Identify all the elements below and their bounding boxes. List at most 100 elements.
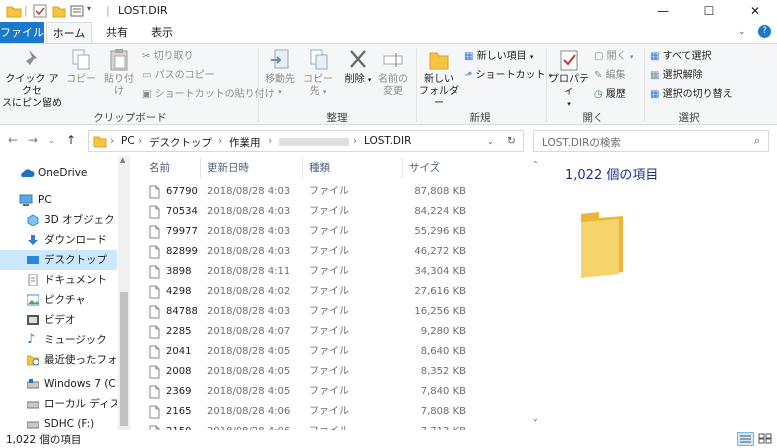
address-bar[interactable]: › PC › デスクトップ › 作業用 › › LOST.DIR ⌄ ↻ bbox=[88, 130, 524, 152]
dropdown-icon: ▾ bbox=[322, 88, 327, 96]
nav-item-desktop[interactable]: デスクトップ bbox=[0, 250, 117, 270]
file-row[interactable]: 67790 2018/08/28 4:03 ファイル 87,808 KB bbox=[130, 182, 518, 202]
file-row[interactable]: 2165 2018/08/28 4:06 ファイル 7,808 KB bbox=[130, 402, 518, 422]
file-name: 2041 bbox=[166, 346, 192, 357]
forward-icon[interactable]: → bbox=[28, 133, 38, 147]
column-header-type[interactable]: 種類 bbox=[309, 160, 330, 175]
address-dropdown-icon[interactable]: ⌄ bbox=[487, 137, 494, 146]
new-folder-button[interactable]: 新しい フォルダー bbox=[418, 48, 460, 110]
crumb-work[interactable]: 作業用 bbox=[229, 135, 261, 150]
copy-path-button[interactable]: ▭ パスのコピー bbox=[142, 69, 215, 83]
column-separator[interactable] bbox=[200, 158, 201, 178]
crumb-pc[interactable]: PC bbox=[121, 135, 135, 147]
edit-button[interactable]: ✎ 編集 bbox=[594, 69, 626, 83]
nav-item-pc[interactable]: PC bbox=[0, 190, 117, 210]
details-view-button[interactable] bbox=[737, 432, 754, 446]
drive-icon bbox=[27, 421, 39, 429]
nav-item-onedrive[interactable]: OneDrive bbox=[0, 163, 117, 183]
select-none-button[interactable]: ▦ 選択解除 bbox=[650, 69, 703, 83]
cut-button[interactable]: ✂ 切り取り bbox=[142, 50, 194, 64]
view-icon[interactable] bbox=[70, 4, 84, 18]
nav-item-drive-c[interactable]: Windows 7 (C:) bbox=[0, 374, 117, 394]
nav-item-downloads[interactable]: ダウンロード bbox=[0, 230, 117, 250]
nav-item-documents[interactable]: ドキュメント bbox=[0, 270, 117, 290]
nav-scrollbar-thumb[interactable] bbox=[120, 292, 128, 426]
file-icon bbox=[149, 345, 160, 359]
file-row[interactable]: 70534 2018/08/28 4:03 ファイル 84,224 KB bbox=[130, 202, 518, 222]
scroll-up-icon[interactable]: ▲ bbox=[120, 156, 125, 164]
history-button[interactable]: ◷ 履歴 bbox=[594, 88, 626, 102]
file-row[interactable]: 2285 2018/08/28 4:07 ファイル 9,280 KB bbox=[130, 322, 518, 342]
close-button[interactable]: ✕ bbox=[732, 0, 777, 22]
select-none-icon: ▦ bbox=[650, 70, 663, 81]
file-row[interactable]: 2008 2018/08/28 4:05 ファイル 8,352 KB bbox=[130, 362, 518, 382]
collapse-ribbon-icon[interactable]: ⌄ bbox=[738, 27, 746, 37]
column-separator[interactable] bbox=[402, 158, 403, 178]
minimize-button[interactable]: — bbox=[640, 0, 686, 22]
file-row[interactable]: 2041 2018/08/28 4:05 ファイル 8,640 KB bbox=[130, 342, 518, 362]
rename-icon bbox=[383, 53, 403, 67]
refresh-icon[interactable]: ↻ bbox=[507, 135, 516, 147]
file-type: ファイル bbox=[309, 226, 349, 237]
nav-item-music[interactable]: ♪ ミュージック bbox=[0, 330, 117, 350]
file-row[interactable]: 4298 2018/08/28 4:02 ファイル 27,616 KB bbox=[130, 282, 518, 302]
nav-item-recent-folders[interactable]: 最近使ったフォルダ bbox=[0, 350, 117, 370]
back-icon[interactable]: ← bbox=[8, 133, 18, 147]
rename-button[interactable]: 名前の 変更 bbox=[378, 48, 408, 98]
search-icon[interactable]: ⌕ bbox=[754, 134, 760, 148]
tab-share[interactable]: 共有 bbox=[98, 22, 136, 44]
file-list-scrollbar[interactable]: ⌃ ⌄ bbox=[530, 156, 542, 430]
column-separator[interactable] bbox=[302, 158, 303, 178]
nav-scrollbar[interactable]: ▲ bbox=[118, 156, 130, 430]
copy-to-icon bbox=[310, 49, 328, 70]
paste-shortcut-button[interactable]: ▣ ショートカットの貼り付け bbox=[142, 88, 275, 102]
large-icons-view-button[interactable] bbox=[757, 432, 774, 446]
invert-selection-button[interactable]: ▦ 選択の切り替え bbox=[650, 88, 733, 102]
properties-button[interactable]: プロパティ ▾ bbox=[548, 48, 590, 110]
file-row[interactable]: 2369 2018/08/28 4:05 ファイル 7,840 KB bbox=[130, 382, 518, 402]
column-header-date[interactable]: 更新日時 bbox=[207, 160, 249, 175]
maximize-button[interactable]: ☐ bbox=[686, 0, 732, 22]
crumb-lost-dir[interactable]: LOST.DIR bbox=[364, 135, 411, 147]
file-row[interactable]: 84788 2018/08/28 4:03 ファイル 16,256 KB bbox=[130, 302, 518, 322]
move-to-button[interactable]: 移動先 ▾ bbox=[262, 48, 298, 98]
new-item-button[interactable]: ▦ 新しい項目 ▾ bbox=[464, 50, 533, 64]
quick-access-dropdown-icon[interactable]: ▾ bbox=[87, 4, 91, 18]
new-folder-icon[interactable] bbox=[52, 4, 66, 18]
properties-check-icon[interactable] bbox=[33, 4, 47, 18]
file-row[interactable]: 79977 2018/08/28 4:03 ファイル 55,296 KB bbox=[130, 222, 518, 242]
paste-button[interactable]: 貼り付け bbox=[100, 48, 138, 98]
nav-item-videos[interactable]: ビデオ bbox=[0, 310, 117, 330]
column-header-name[interactable]: 名前 bbox=[149, 160, 170, 175]
file-row[interactable]: 82899 2018/08/28 4:03 ファイル 46,272 KB bbox=[130, 242, 518, 262]
open-button[interactable]: ▢ 開く ▾ bbox=[594, 50, 633, 64]
crumb-desktop[interactable]: デスクトップ bbox=[149, 135, 212, 150]
music-icon: ♪ bbox=[27, 332, 36, 347]
new-folder-label-2: フォルダー bbox=[419, 86, 459, 109]
file-name: 79977 bbox=[166, 226, 198, 237]
scroll-up-icon[interactable]: ⌃ bbox=[532, 160, 539, 169]
file-row[interactable]: 2150 2018/08/28 4:06 ファイル 7,712 KB bbox=[130, 422, 518, 430]
select-all-button[interactable]: ▦ すべて選択 bbox=[650, 50, 712, 64]
recent-locations-icon[interactable]: ⌄ bbox=[48, 136, 55, 145]
nav-item-3d-objects[interactable]: 3D オブジェクト bbox=[0, 210, 117, 230]
pin-quick-access-button[interactable]: クイック アクセ スにピン留め bbox=[2, 48, 62, 110]
file-row[interactable]: 3898 2018/08/28 4:11 ファイル 34,304 KB bbox=[130, 262, 518, 282]
file-type: ファイル bbox=[309, 206, 349, 217]
up-icon[interactable]: ↑ bbox=[66, 133, 76, 147]
scroll-down-icon[interactable]: ⌄ bbox=[532, 414, 539, 423]
nav-item-pictures[interactable]: ピクチャ bbox=[0, 290, 117, 310]
nav-item-drive-d[interactable]: ローカル ディスク (D bbox=[0, 394, 117, 414]
tab-home[interactable]: ホーム bbox=[46, 22, 92, 44]
copy-button[interactable]: コピー bbox=[66, 48, 96, 86]
tab-file[interactable]: ファイル bbox=[0, 22, 44, 44]
delete-button[interactable]: 削除 ▾ bbox=[340, 48, 376, 86]
file-type: ファイル bbox=[309, 286, 349, 297]
file-icon bbox=[149, 265, 160, 279]
tab-view[interactable]: 表示 bbox=[142, 22, 182, 44]
search-box[interactable]: LOST.DIRの検索 ⌕ bbox=[533, 130, 769, 152]
copy-to-button[interactable]: コピー先 ▾ bbox=[300, 48, 336, 98]
shortcut-button[interactable]: ⬏ ショートカット ▾ bbox=[464, 69, 552, 83]
file-date: 2018/08/28 4:03 bbox=[207, 226, 291, 237]
help-icon[interactable]: ? bbox=[758, 25, 771, 38]
